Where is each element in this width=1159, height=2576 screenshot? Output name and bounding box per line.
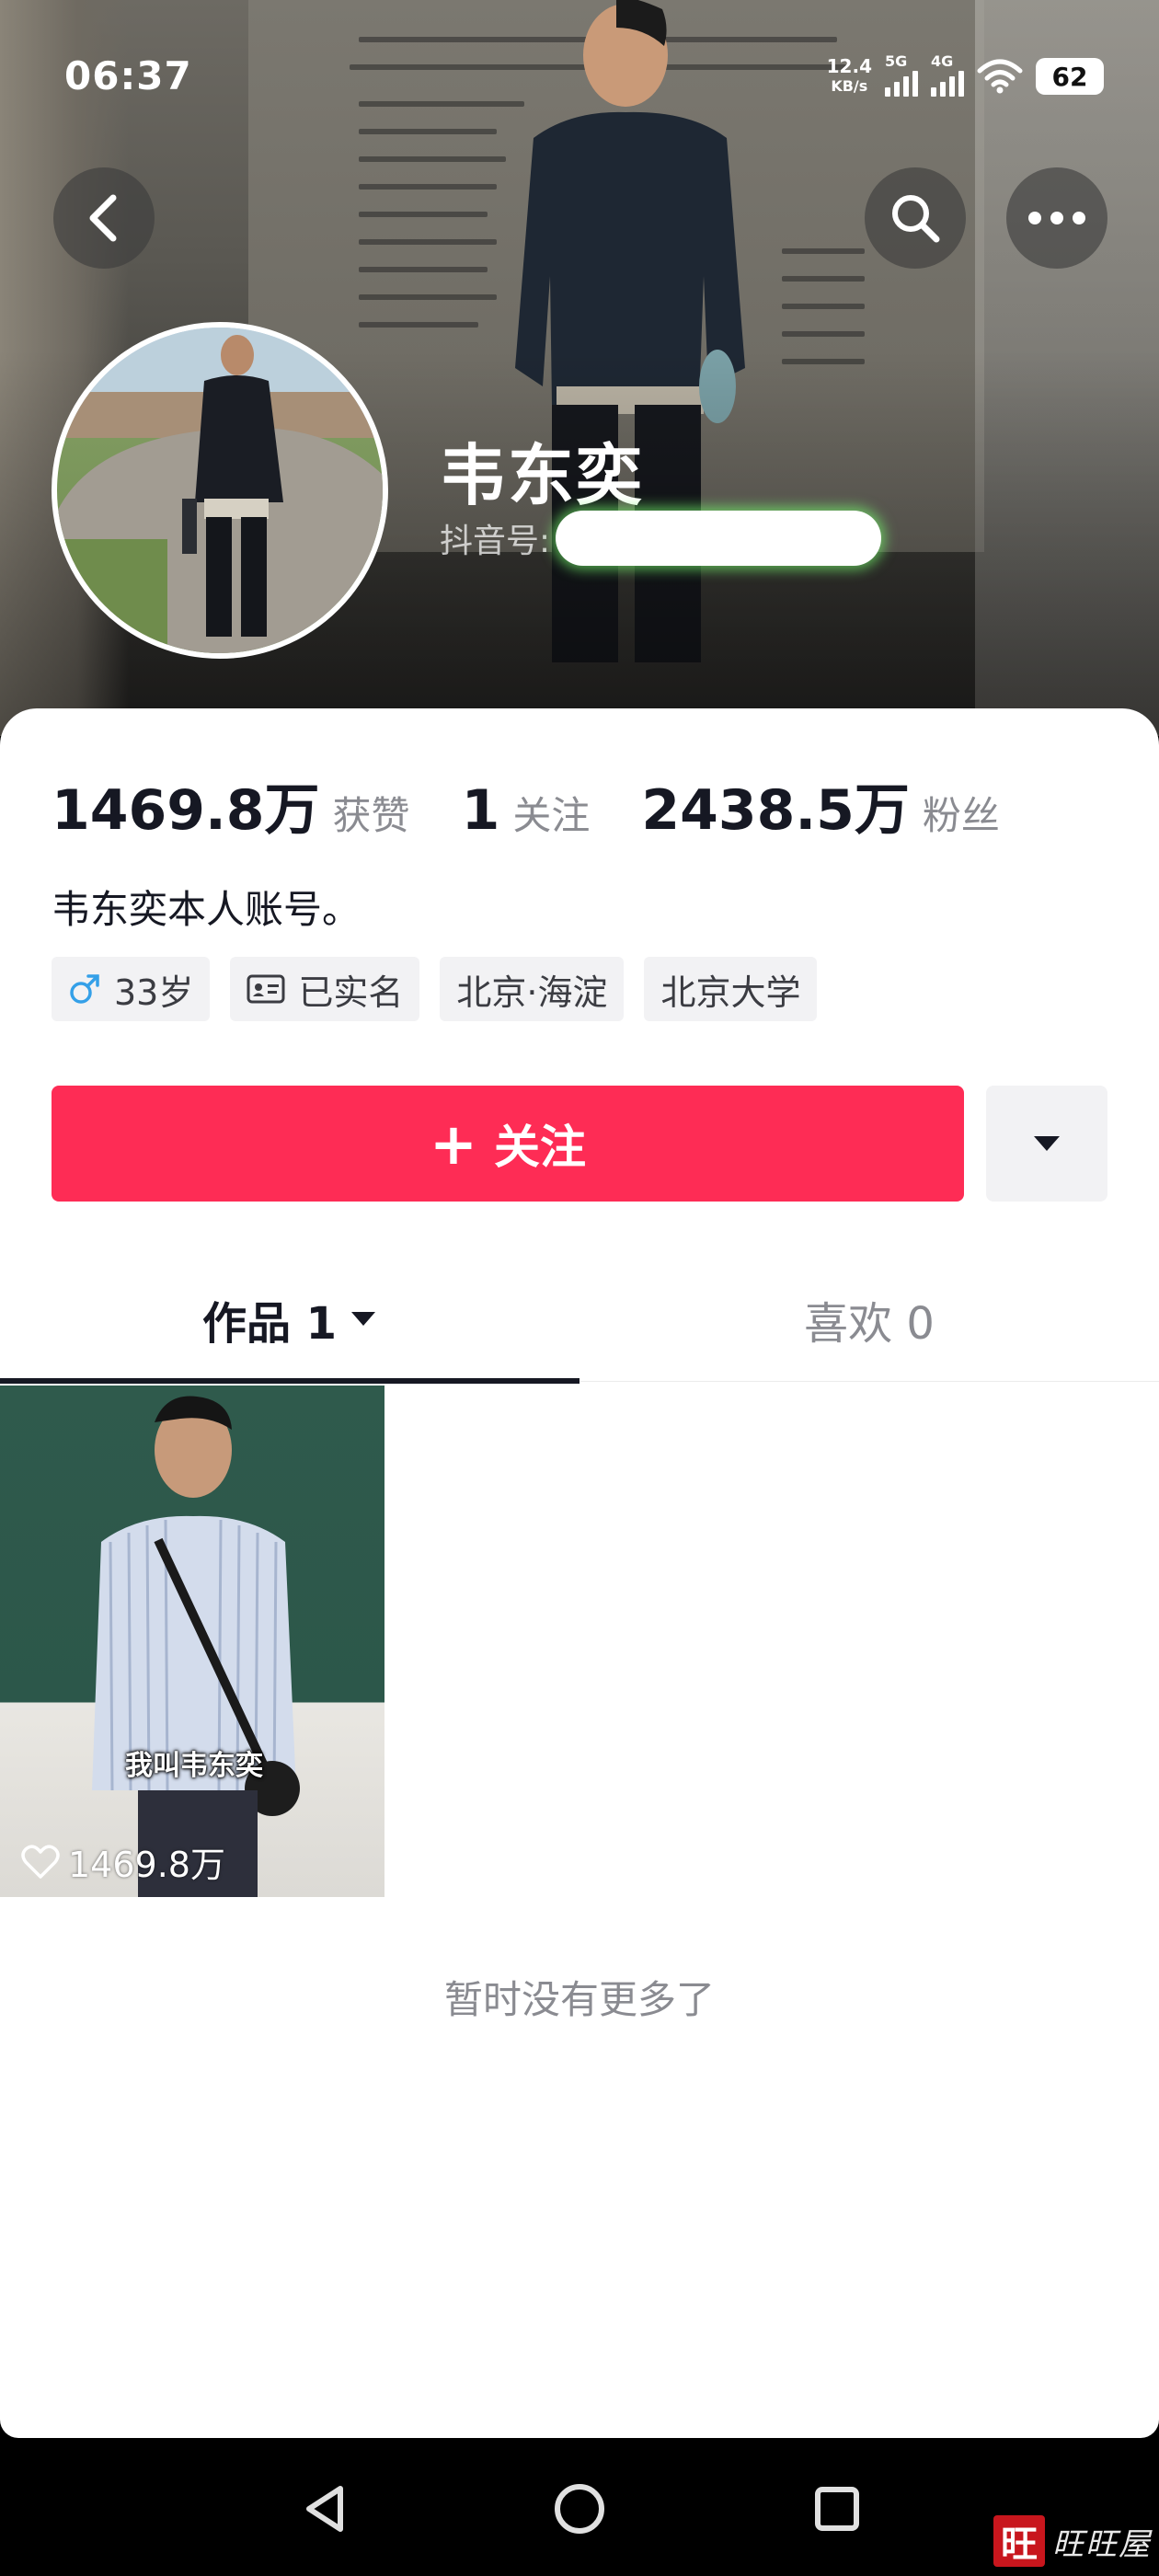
network-speed-value: 12.4	[826, 55, 872, 77]
wifi-icon	[977, 59, 1023, 94]
profile-screen: 06:37 12.4 KB/s 5G 4G 62 韦东奕 抖音号: 1469.8…	[0, 0, 1159, 2576]
sim1-label: 5G	[885, 52, 908, 70]
sim2-label: 4G	[931, 52, 954, 70]
follow-button[interactable]: + 关注	[52, 1086, 964, 1202]
video-likes-count: 1469.8万	[68, 1845, 225, 1885]
avatar-photo	[57, 328, 383, 653]
location-tag-label: 北京·海淀	[456, 972, 608, 1013]
male-icon	[68, 972, 101, 1006]
follow-button-label: 关注	[493, 1121, 586, 1174]
system-back-button[interactable]	[293, 2477, 357, 2541]
video-thumbnail[interactable]: 我叫韦东奕 1469.8万	[0, 1386, 384, 1897]
watermark-badge: 旺	[993, 2515, 1045, 2567]
tab-likes-label: 喜欢 0	[804, 1298, 935, 1350]
profile-tags: 33岁 已实名 北京·海淀 北京大学	[52, 957, 818, 1021]
network-speed-unit: KB/s	[831, 77, 868, 95]
id-card-icon	[247, 973, 285, 1005]
status-bar: 06:37 12.4 KB/s 5G 4G 62	[0, 0, 1159, 156]
search-button[interactable]	[865, 167, 966, 269]
tab-works-label: 作品 1	[201, 1298, 338, 1350]
status-time: 06:37	[64, 53, 192, 98]
video-caption: 我叫韦东奕	[125, 1750, 263, 1782]
douyin-id-redacted	[556, 511, 882, 566]
system-nav-bar: 旺 旺旺屋	[0, 2440, 1159, 2576]
network-speed: 12.4 KB/s	[827, 56, 872, 97]
verified-tag: 已实名	[230, 957, 420, 1021]
school-tag[interactable]: 北京大学	[644, 957, 818, 1021]
likes-count: 1469.8万	[52, 778, 320, 843]
plus-icon: +	[430, 1110, 477, 1178]
age-tag-label: 33岁	[114, 972, 194, 1013]
system-home-button[interactable]	[547, 2477, 612, 2541]
chevron-left-icon	[89, 194, 117, 242]
following-label: 关注	[512, 793, 591, 838]
tab-works[interactable]: 作品 1	[0, 1257, 580, 1384]
profile-stats: 1469.8万 获赞 1 关注 2438.5万 粉丝	[52, 765, 1051, 845]
likes-stat[interactable]: 1469.8万 获赞	[52, 765, 410, 845]
signal-sim1-icon: 5G	[885, 52, 918, 97]
following-stat[interactable]: 1 关注	[462, 778, 591, 843]
video-likes: 1469.8万	[20, 1836, 225, 1887]
battery-indicator: 62	[1036, 58, 1104, 95]
search-icon	[892, 195, 940, 243]
system-recents-button[interactable]	[805, 2477, 869, 2541]
watermark-text: 旺旺屋	[1052, 2525, 1152, 2563]
age-tag: 33岁	[52, 957, 211, 1021]
bio: 韦东奕本人账号。	[52, 887, 361, 932]
following-count: 1	[461, 778, 500, 843]
followers-label: 粉丝	[922, 793, 1000, 838]
content-tabs: 作品 1 喜欢 0	[0, 1257, 1159, 1384]
tab-likes[interactable]: 喜欢 0	[580, 1257, 1159, 1382]
verified-tag-label: 已实名	[298, 972, 404, 1013]
caret-down-icon	[350, 1310, 377, 1328]
likes-label: 获赞	[332, 793, 410, 838]
active-tab-indicator	[0, 1378, 580, 1384]
douyin-id-label: 抖音号:	[440, 523, 551, 560]
nickname: 韦东奕	[440, 437, 645, 514]
douyin-id: 抖音号:	[440, 511, 882, 566]
triangle-back-icon	[306, 2486, 343, 2532]
location-tag: 北京·海淀	[440, 957, 625, 1021]
school-tag-label: 北京大学	[660, 972, 801, 1013]
more-horizontal-icon	[1028, 212, 1085, 224]
circle-home-icon	[555, 2484, 604, 2534]
heart-icon	[20, 1844, 61, 1880]
square-recents-icon	[815, 2487, 859, 2531]
followers-count: 2438.5万	[641, 778, 910, 843]
back-button[interactable]	[53, 167, 155, 269]
more-dropdown-button[interactable]	[986, 1086, 1107, 1202]
more-options-button[interactable]	[1006, 167, 1107, 269]
avatar[interactable]	[52, 322, 388, 659]
video-cover-figure	[92, 1396, 300, 1897]
signal-sim2-icon: 4G	[931, 52, 964, 97]
caret-down-icon	[1034, 1136, 1060, 1151]
list-end-text: 暂时没有更多了	[443, 1977, 715, 2022]
status-indicators: 12.4 KB/s 5G 4G 62	[827, 52, 1104, 99]
watermark-logo: 旺 旺旺屋	[993, 2515, 1152, 2567]
followers-stat[interactable]: 2438.5万 粉丝	[641, 765, 1000, 845]
